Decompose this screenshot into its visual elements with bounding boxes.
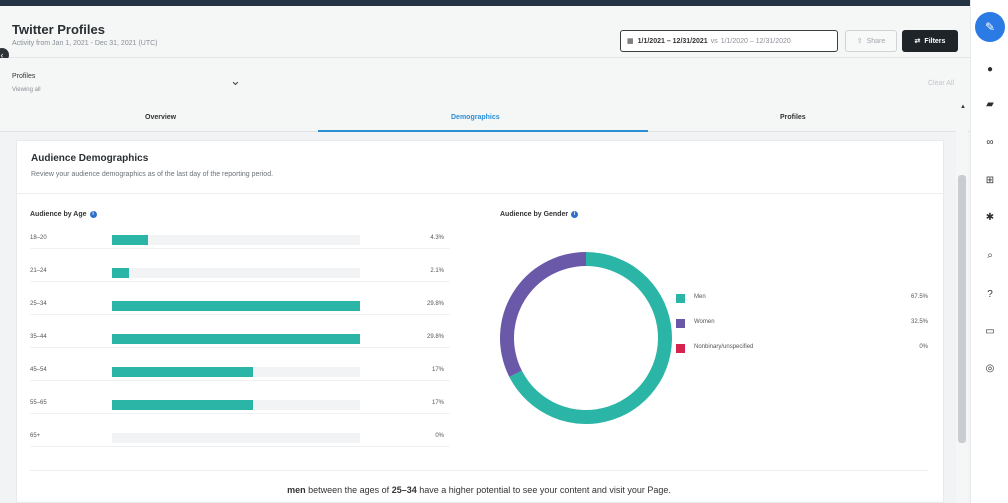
legend-swatch — [676, 294, 685, 303]
insight-age: 25–34 — [391, 485, 417, 495]
chevron-down-icon[interactable]: ⌄ — [230, 73, 241, 89]
age-section-label: Audience by Age — [30, 211, 87, 218]
compose-icon[interactable]: ✎ — [975, 12, 1005, 42]
legend-label: Men — [694, 294, 706, 300]
age-bar — [112, 400, 254, 410]
share-label: Share — [866, 37, 886, 45]
age-row: 25–34 29.8% — [30, 299, 450, 315]
chat-icon[interactable]: ▰ — [980, 99, 1000, 110]
legend-swatch — [676, 319, 685, 328]
date-range-value: 1/1/2021 – 12/31/2021 — [637, 37, 708, 45]
insight-text-2: have a higher potential to see your cont… — [419, 485, 671, 495]
age-bar-track — [112, 268, 360, 278]
date-range-button[interactable]: ▦ 1/1/2021 – 12/31/2021 vs 1/1/2020 – 12… — [620, 30, 838, 52]
plus-box-icon[interactable]: ⊞ — [980, 175, 1000, 186]
legend-item: Nonbinary/unspecified 0% — [676, 343, 930, 355]
age-value: 2.1% — [430, 268, 444, 274]
age-bar — [112, 334, 360, 344]
age-bar — [112, 268, 130, 278]
legend-value: 67.5% — [910, 294, 928, 300]
age-label: 55–65 — [30, 400, 47, 406]
gender-section-title: Audience by Gender i — [500, 211, 579, 218]
legend-item: Men 67.5% — [676, 293, 930, 305]
date-compare-value: 1/1/2020 – 12/31/2020 — [720, 37, 791, 45]
age-value: 0% — [435, 433, 444, 439]
clear-all-link[interactable]: Clear All — [928, 80, 954, 87]
age-row: 45–54 17% — [30, 365, 450, 381]
share-icon: ⇧ — [856, 38, 863, 45]
age-row: 18–20 4.3% — [30, 233, 450, 249]
age-label: 65+ — [30, 433, 41, 439]
age-bar — [112, 367, 254, 377]
age-label: 21–24 — [30, 268, 47, 274]
tab-overview[interactable]: Overview — [145, 114, 176, 121]
panel-title: Audience Demographics — [31, 153, 149, 164]
info-icon[interactable]: i — [89, 211, 97, 218]
age-bar — [112, 301, 360, 311]
insight-gender: men — [287, 485, 306, 495]
panel-subtitle: Review your audience demographics as of … — [31, 171, 274, 178]
age-bar-track — [112, 301, 360, 311]
age-row: 35–44 29.8% — [30, 332, 450, 348]
info-icon[interactable]: i — [571, 211, 579, 218]
age-value: 17% — [431, 367, 444, 373]
scrollbar-thumb[interactable] — [958, 175, 966, 443]
age-bar — [112, 235, 148, 245]
age-row: 65+ 0% — [30, 431, 450, 447]
gear-icon[interactable]: ✱ — [980, 212, 1000, 223]
legend-value: 0% — [919, 344, 928, 350]
inbox-icon[interactable]: ▭ — [980, 326, 1000, 337]
age-value: 29.8% — [426, 334, 444, 340]
insight-text-1: between the ages of — [308, 485, 390, 495]
age-bar-track — [112, 433, 360, 443]
age-bar-track — [112, 367, 360, 377]
age-bar-track — [112, 235, 360, 245]
profiles-label: Profiles — [12, 73, 36, 80]
age-label: 18–20 — [30, 235, 47, 241]
insight-text: men between the ages of 25–34 have a hig… — [30, 470, 928, 503]
share-button[interactable]: ⇧ Share — [845, 30, 897, 52]
active-tab-underline — [318, 130, 648, 132]
filters-label: Filters — [924, 37, 946, 45]
scroll-up-icon[interactable]: ▲ — [960, 104, 966, 110]
age-bar-track — [112, 400, 360, 410]
bell-icon[interactable]: ● — [980, 64, 1000, 75]
age-value: 17% — [431, 400, 444, 406]
gender-donut-chart — [500, 252, 672, 424]
age-label: 25–34 — [30, 301, 47, 307]
legend-value: 32.5% — [910, 319, 928, 325]
help-icon[interactable]: ? — [980, 289, 1000, 300]
donut-slice-women[interactable] — [500, 252, 586, 378]
date-vs-label: vs — [710, 37, 718, 45]
search-icon[interactable]: ⌕ — [980, 250, 1000, 261]
legend-item: Women 32.5% — [676, 318, 930, 330]
age-row: 21–24 2.1% — [30, 266, 450, 282]
age-value: 29.8% — [426, 301, 444, 307]
tab-demographics[interactable]: Demographics — [451, 114, 500, 121]
tab-bar: Overview Demographics Profiles — [0, 102, 970, 132]
profiles-filter-row: Profiles Viewing all ⌄ Clear All — [0, 58, 970, 102]
age-label: 35–44 — [30, 334, 47, 340]
filters-button[interactable]: ⇄ Filters — [902, 30, 958, 52]
legend-label: Nonbinary/unspecified — [694, 344, 754, 350]
profiles-sub: Viewing all — [12, 87, 41, 93]
age-section-title: Audience by Age i — [30, 211, 97, 218]
page-subtitle: Activity from Jan 1, 2021 - Dec 31, 2021… — [12, 40, 158, 47]
gender-section-label: Audience by Gender — [500, 211, 569, 218]
legend-swatch — [676, 344, 685, 353]
filters-icon: ⇄ — [914, 38, 921, 45]
tab-profiles[interactable]: Profiles — [780, 114, 806, 121]
globe-icon[interactable]: ◎ — [980, 363, 1000, 374]
age-row: 55–65 17% — [30, 398, 450, 414]
page-header: Twitter Profiles Activity from Jan 1, 20… — [0, 6, 970, 58]
age-bar-track — [112, 334, 360, 344]
age-value: 4.3% — [430, 235, 444, 241]
age-label: 45–54 — [30, 367, 47, 373]
link-icon[interactable]: ∞ — [980, 137, 1000, 148]
calendar-icon: ▦ — [627, 38, 634, 45]
page-title: Twitter Profiles — [12, 22, 105, 37]
legend-label: Women — [694, 319, 715, 325]
divider — [17, 193, 945, 194]
